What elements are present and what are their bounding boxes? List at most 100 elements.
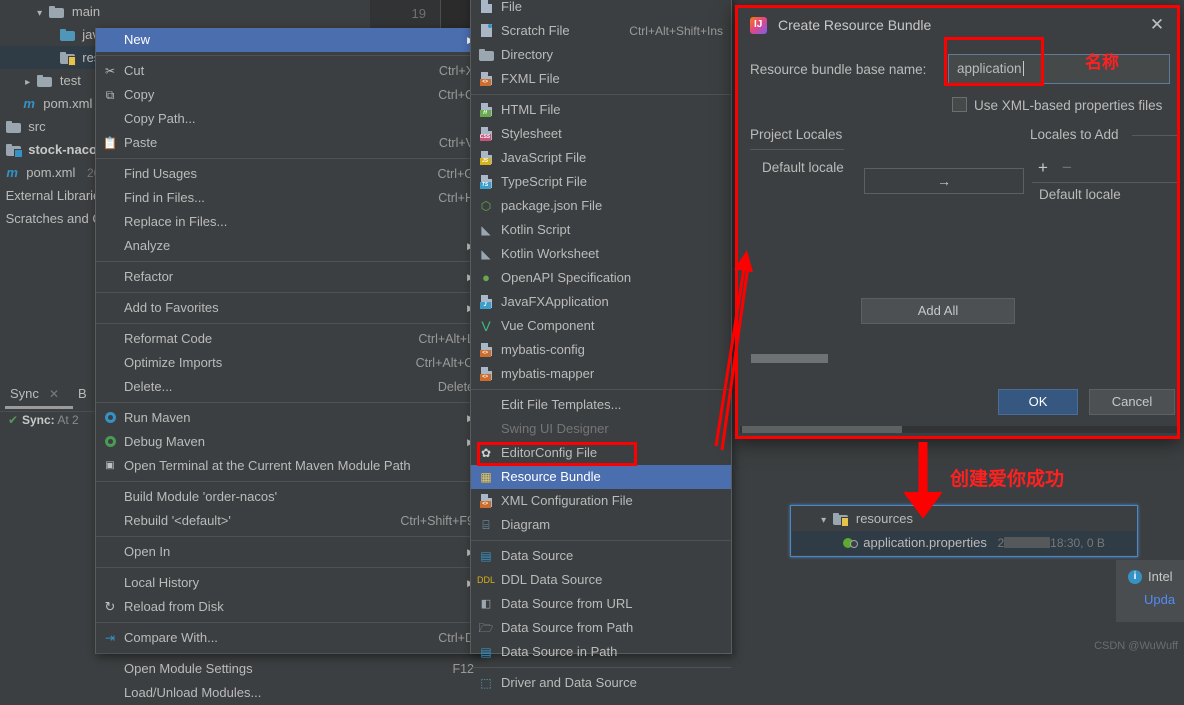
submenu-item-vue-component[interactable]: V Vue Component	[471, 314, 731, 338]
submenu-item-openapi-specification[interactable]: ● OpenAPI Specification	[471, 266, 731, 290]
transfer-locale-button[interactable]: →	[864, 168, 1024, 194]
submenu-item-label: Resource Bundle	[501, 469, 601, 484]
project-locales-list-item[interactable]: Default locale	[762, 160, 844, 175]
folder-icon	[49, 6, 65, 18]
menu-item-optimize-imports[interactable]: Optimize Imports Ctrl+Alt+O	[96, 351, 484, 375]
submenu-item-html-file[interactable]: H HTML File	[471, 98, 731, 122]
menu-item-label: Open Module Settings	[124, 661, 253, 676]
menu-item-local-history[interactable]: Local History ▶	[96, 571, 484, 595]
submenu-item-kotlin-worksheet[interactable]: ◣ Kotlin Worksheet	[471, 242, 731, 266]
menu-item-copy-path[interactable]: Copy Path...	[96, 107, 484, 131]
menu-item-label: Reformat Code	[124, 331, 213, 346]
submenu-item-kotlin-script[interactable]: ◣ Kotlin Script	[471, 218, 731, 242]
menu-item-compare-with[interactable]: ⇥ Compare With... Ctrl+D	[96, 626, 484, 650]
menu-item-build-module[interactable]: Build Module 'order-nacos'	[96, 485, 484, 509]
menu-item-cut[interactable]: ✂ Cut Ctrl+X	[96, 59, 484, 83]
menu-item-replace-in-files[interactable]: Replace in Files...	[96, 210, 484, 234]
menu-item-analyze[interactable]: Analyze ▶	[96, 234, 484, 258]
cancel-button[interactable]: Cancel	[1089, 389, 1175, 415]
check-icon: ✔	[8, 413, 19, 427]
kotlin-icon: ◣	[481, 247, 491, 261]
close-icon[interactable]: ✕	[1147, 15, 1167, 35]
submenu-item-packagejson-file[interactable]: ⬡ package.json File	[471, 194, 731, 218]
menu-item-rebuild[interactable]: Rebuild '<default>' Ctrl+Shift+F9	[96, 509, 484, 533]
submenu-item-data-source-in-path[interactable]: ▤ Data Source in Path	[471, 640, 731, 664]
notification-link[interactable]: Upda	[1144, 592, 1175, 607]
menu-item-find-usages[interactable]: Find Usages Ctrl+G	[96, 162, 484, 186]
watermark: CSDN @WuWuff	[1094, 640, 1178, 652]
tree-item-application-properties[interactable]: application.properties 2 18:30, 0 B	[792, 531, 1136, 555]
menu-item-open-terminal[interactable]: ▣ Open Terminal at the Current Maven Mod…	[96, 454, 484, 478]
submenu-item-label: Vue Component	[501, 318, 595, 333]
notification-popup[interactable]: i Intel Upda	[1116, 560, 1184, 622]
locales-to-add-list-item[interactable]: Default locale	[1039, 187, 1121, 202]
driver-icon: ⬚	[480, 676, 492, 690]
datasource-url-icon: ◧	[480, 598, 492, 610]
menu-item-reformat-code[interactable]: Reformat Code Ctrl+Alt+L	[96, 327, 484, 351]
new-submenu[interactable]: File Scratch File Ctrl+Alt+Shift+Ins Dir…	[470, 0, 732, 690]
submenu-item-diagram[interactable]: ⌸ Diagram	[471, 513, 731, 537]
menu-item-delete[interactable]: Delete... Delete	[96, 375, 484, 399]
submenu-item-fxml-file[interactable]: <> FXML File	[471, 67, 731, 91]
info-icon: i	[1128, 570, 1142, 584]
menu-item-paste[interactable]: 📋 Paste Ctrl+V	[96, 131, 484, 155]
menu-item-accelerator: Delete	[437, 380, 474, 394]
menu-item-debug-maven[interactable]: Debug Maven ▶	[96, 430, 484, 454]
folder-resources-icon	[59, 52, 76, 66]
chevron-down-icon[interactable]: ▾	[34, 2, 46, 25]
submenu-item-javafxapplication[interactable]: J JavaFXApplication	[471, 290, 731, 314]
submenu-item-mybatis-mapper[interactable]: <> mybatis-mapper	[471, 362, 731, 386]
fxml-file-icon: <>	[471, 67, 501, 91]
menu-item-add-to-favorites[interactable]: Add to Favorites ▶	[96, 296, 484, 320]
submenu-item-typescript-file[interactable]: TS TypeScript File	[471, 170, 731, 194]
submenu-separator	[471, 94, 731, 95]
add-all-button[interactable]: Add All	[861, 298, 1015, 324]
context-menu[interactable]: New ▶ ✂ Cut Ctrl+X ⧉ Copy Ctrl+C Copy Pa…	[95, 28, 485, 700]
submenu-item-file[interactable]: File	[471, 0, 731, 19]
close-icon[interactable]: ✕	[49, 387, 59, 401]
tree-item-resources-result[interactable]: ▾ resources	[792, 507, 1136, 531]
menu-item-new[interactable]: New ▶	[96, 28, 484, 52]
menu-item-reload-from-disk[interactable]: ↻ Reload from Disk	[96, 595, 484, 619]
folder-blue-icon	[59, 29, 75, 41]
submenu-item-accelerator: Ctrl+Alt+Shift+Ins	[629, 24, 723, 38]
divider	[1132, 135, 1180, 136]
chevron-down-icon[interactable]: ▾	[818, 509, 830, 533]
menu-item-open-module-settings[interactable]: Open Module Settings F12	[96, 657, 484, 681]
submenu-item-data-source[interactable]: ▤ Data Source	[471, 544, 731, 568]
submenu-item-edit-file-templates[interactable]: Edit File Templates...	[471, 393, 731, 417]
sync-tab-label[interactable]: Sync	[10, 386, 39, 401]
submenu-item-label: Kotlin Worksheet	[501, 246, 600, 261]
horizontal-scrollbar-thumb[interactable]	[742, 426, 902, 433]
build-tab-label[interactable]: B	[78, 386, 87, 401]
use-xml-properties-checkbox[interactable]	[952, 97, 967, 112]
chevron-right-icon[interactable]: ▸	[22, 71, 34, 94]
result-tree-panel[interactable]: ▾ resources application.properties 2 18:3…	[790, 505, 1138, 557]
menu-item-copy[interactable]: ⧉ Copy Ctrl+C	[96, 83, 484, 107]
submenu-item-xml-configuration-file[interactable]: <> XML Configuration File	[471, 489, 731, 513]
menu-item-run-maven[interactable]: Run Maven ▶	[96, 406, 484, 430]
submenu-item-javascript-file[interactable]: JS JavaScript File	[471, 146, 731, 170]
menu-item-refactor[interactable]: Refactor ▶	[96, 265, 484, 289]
submenu-item-scratch-file[interactable]: Scratch File Ctrl+Alt+Shift+Ins	[471, 19, 731, 43]
submenu-item-data-source-from-url[interactable]: ◧ Data Source from URL	[471, 592, 731, 616]
submenu-item-label: TypeScript File	[501, 174, 587, 189]
submenu-item-mybatis-config[interactable]: <> mybatis-config	[471, 338, 731, 362]
menu-item-load-unload-modules[interactable]: Load/Unload Modules...	[96, 681, 484, 705]
menu-item-find-in-files[interactable]: Find in Files... Ctrl+H	[96, 186, 484, 210]
plus-icon[interactable]: +	[1038, 158, 1048, 178]
gear-blue-icon	[96, 406, 124, 430]
sync-status-prefix: Sync:	[22, 413, 55, 427]
menu-item-open-in[interactable]: Open In ▶	[96, 540, 484, 564]
submenu-item-stylesheet[interactable]: CSS Stylesheet	[471, 122, 731, 146]
submenu-item-ddl-data-source[interactable]: DDL DDL Data Source	[471, 568, 731, 592]
maven-icon: m	[6, 165, 18, 180]
submenu-item-resource-bundle[interactable]: ▦ Resource Bundle	[471, 465, 731, 489]
submenu-item-directory[interactable]: Directory	[471, 43, 731, 67]
sync-tool-window[interactable]: Sync ✕ B ✔ Sync: At 2	[0, 386, 96, 427]
submenu-item-data-source-from-path[interactable]: 🗁 Data Source from Path	[471, 616, 731, 640]
submenu-item-driver-and-data-source[interactable]: ⬚ Driver and Data Source	[471, 671, 731, 695]
ddl-icon: DDL	[476, 575, 495, 585]
ok-button[interactable]: OK	[998, 389, 1078, 415]
menu-item-label: Reload from Disk	[124, 599, 224, 614]
